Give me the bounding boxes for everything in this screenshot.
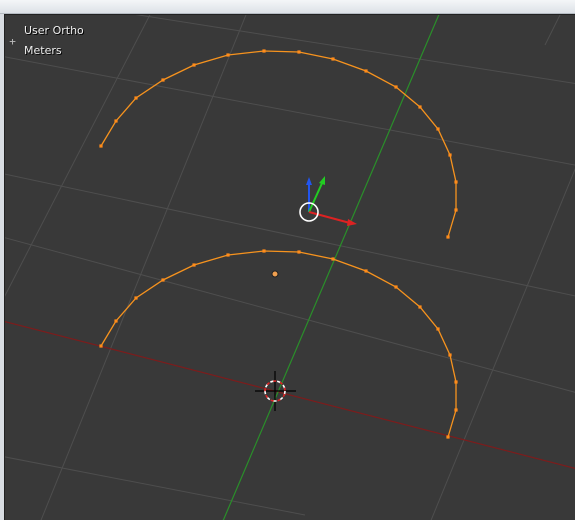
curve-vertex[interactable] bbox=[454, 208, 458, 212]
curve-vertex[interactable] bbox=[114, 319, 118, 323]
grid-line bbox=[430, 168, 575, 520]
curve-vertex[interactable] bbox=[192, 63, 196, 67]
manipulator-z-arrow[interactable] bbox=[306, 177, 312, 185]
units-label: Meters bbox=[24, 44, 62, 57]
curve-vertex[interactable] bbox=[297, 50, 301, 54]
curve-vertex[interactable] bbox=[262, 249, 266, 253]
title-bar bbox=[0, 0, 575, 14]
grid-line bbox=[40, 15, 247, 520]
curve-vertex[interactable] bbox=[454, 380, 458, 384]
curve-vertex[interactable] bbox=[99, 144, 103, 148]
curve-vertex[interactable] bbox=[454, 180, 458, 184]
blender-window: + User Ortho Meters bbox=[0, 0, 575, 520]
grid-line bbox=[5, 456, 306, 516]
upper-arc-curve[interactable] bbox=[100, 50, 457, 238]
grid-line bbox=[5, 56, 575, 166]
curve-vertex[interactable] bbox=[394, 85, 398, 89]
curve-vertex[interactable] bbox=[364, 69, 368, 73]
curve-vertex[interactable] bbox=[161, 278, 165, 282]
curve-vertex[interactable] bbox=[446, 435, 450, 439]
curve-vertex[interactable] bbox=[114, 119, 118, 123]
upper-arc-vertices bbox=[99, 49, 458, 239]
object-origin[interactable] bbox=[271, 270, 279, 278]
curve-vertex[interactable] bbox=[418, 105, 422, 109]
curve-vertex[interactable] bbox=[192, 263, 196, 267]
curve-vertex[interactable] bbox=[161, 78, 165, 82]
manipulator-y-arrow[interactable] bbox=[319, 176, 325, 185]
curve-vertex[interactable] bbox=[331, 257, 335, 261]
curve-vertex[interactable] bbox=[297, 250, 301, 254]
manipulator-x-arrow[interactable] bbox=[347, 219, 357, 226]
curve-vertex[interactable] bbox=[454, 408, 458, 412]
curve-vertex[interactable] bbox=[446, 235, 450, 239]
x-axis-line bbox=[5, 320, 575, 470]
curve-vertex[interactable] bbox=[448, 153, 452, 157]
plus-icon[interactable]: + bbox=[8, 36, 17, 47]
curve-vertex[interactable] bbox=[262, 49, 266, 53]
grid-line bbox=[5, 237, 575, 393]
grid-line bbox=[5, 15, 151, 297]
y-axis-line bbox=[222, 15, 440, 520]
curve-vertex[interactable] bbox=[418, 305, 422, 309]
3d-viewport[interactable]: + User Ortho Meters bbox=[4, 14, 575, 520]
lower-arc-curve[interactable] bbox=[100, 250, 457, 438]
grid-line bbox=[5, 173, 575, 297]
curve-vertex[interactable] bbox=[134, 296, 138, 300]
curve-vertex[interactable] bbox=[134, 96, 138, 100]
curve-vertex[interactable] bbox=[448, 353, 452, 357]
floor-grid bbox=[5, 15, 575, 520]
curve-vertex[interactable] bbox=[226, 253, 230, 257]
curve-vertex[interactable] bbox=[436, 327, 440, 331]
curve-vertex[interactable] bbox=[226, 53, 230, 57]
3d-cursor[interactable] bbox=[255, 371, 296, 411]
curve-vertex[interactable] bbox=[394, 285, 398, 289]
curve-vertex[interactable] bbox=[364, 269, 368, 273]
view-name-label: User Ortho bbox=[24, 24, 84, 37]
curve-vertex[interactable] bbox=[436, 127, 440, 131]
curve-vertex[interactable] bbox=[99, 344, 103, 348]
grid-line bbox=[544, 15, 561, 46]
grid-line bbox=[135, 15, 575, 84]
curve-vertex[interactable] bbox=[331, 57, 335, 61]
transform-manipulator[interactable] bbox=[299, 176, 357, 226]
viewport-canvas[interactable] bbox=[5, 15, 575, 520]
